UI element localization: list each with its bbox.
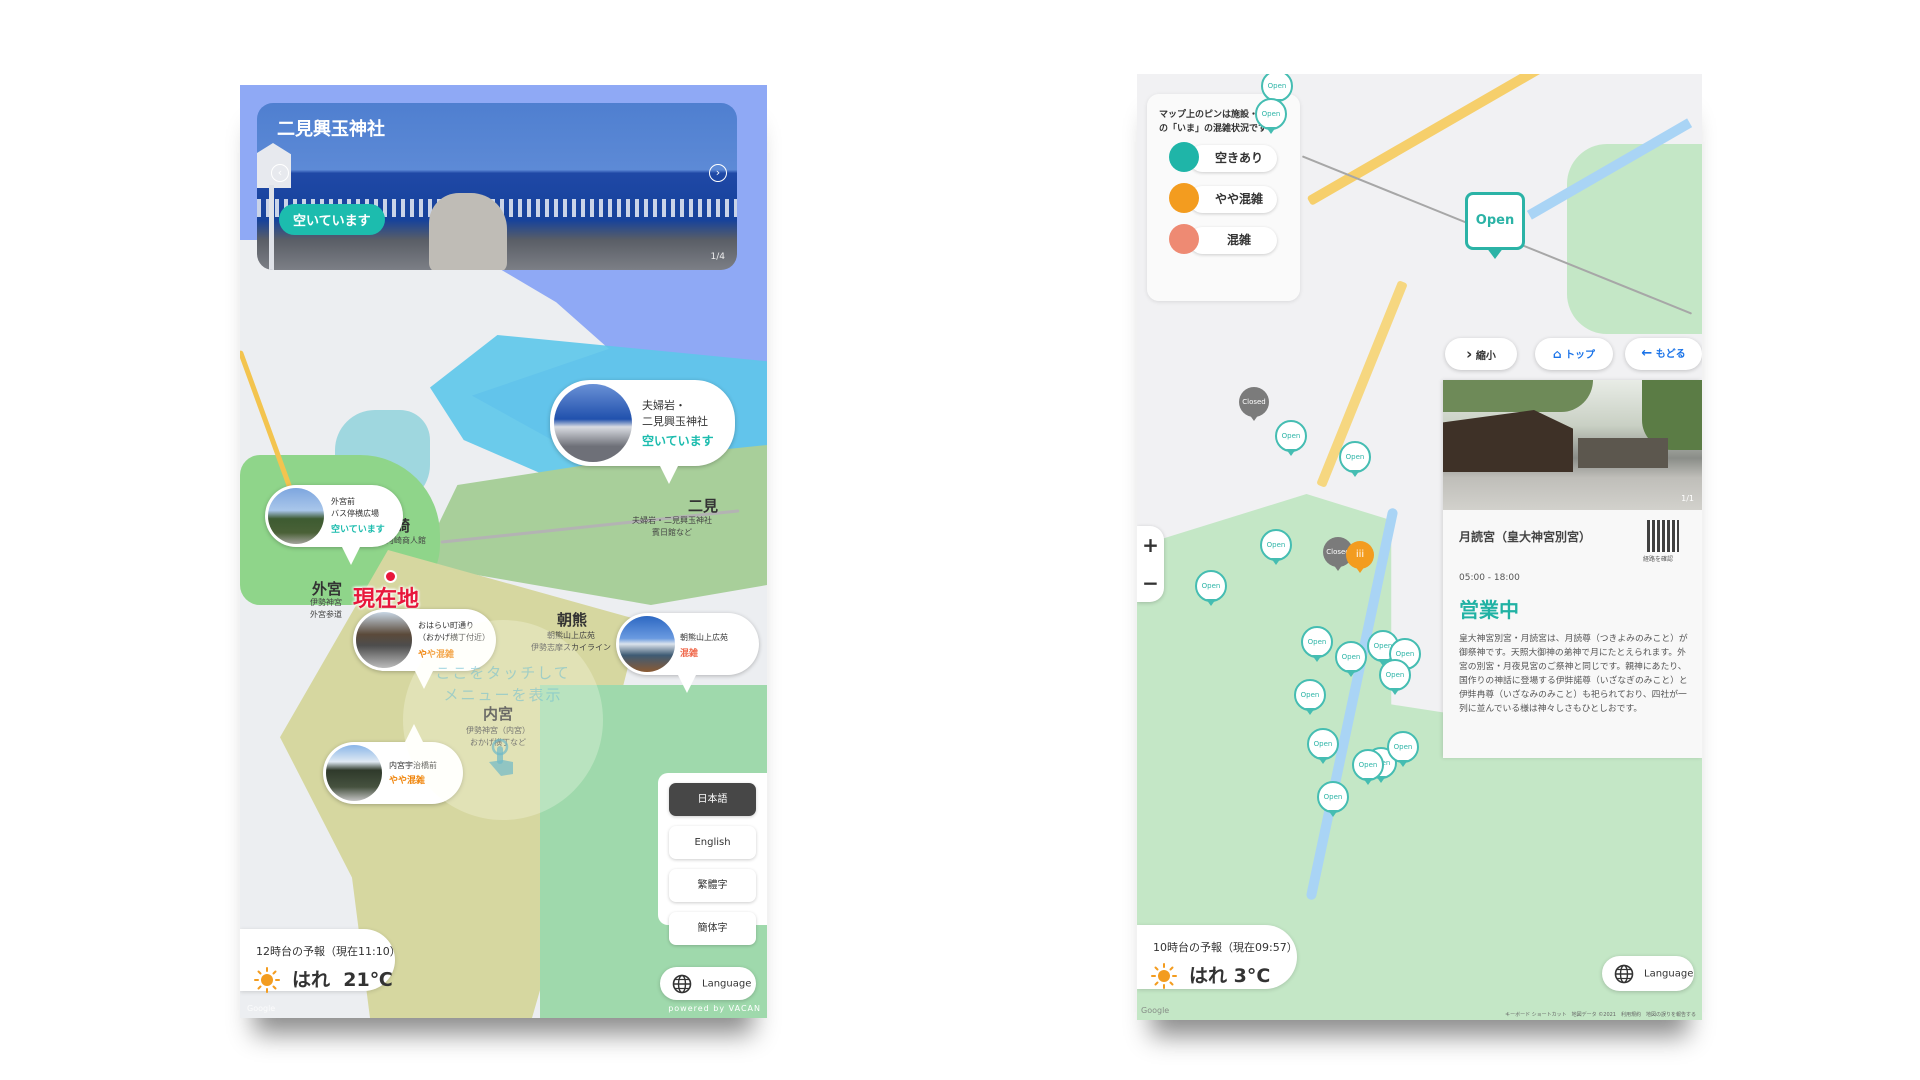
sun-icon: [254, 967, 280, 993]
legend-item-crowded: 混雑: [1169, 224, 1279, 256]
globe-icon: [672, 974, 692, 993]
arrow-left-icon: ←: [1641, 346, 1653, 361]
spot-name: 朝熊山上広苑: [680, 633, 728, 642]
map-pin-open[interactable]: Open: [1301, 626, 1333, 662]
map-pin-closed[interactable]: Closed: [1239, 387, 1269, 421]
qr-code: [1647, 520, 1679, 552]
qr-label: 経路を確認: [1643, 556, 1674, 563]
spot-name: 外宮前 バス停横広場: [331, 497, 379, 518]
map-pin-open[interactable]: Open: [1195, 570, 1227, 606]
spot-detail-card: 1/1 月読宮（皇大神宮別宮） 経路を確認 05:00 - 18:00 営業中 …: [1443, 380, 1702, 758]
spot-photo: [268, 488, 324, 544]
touch-prompt-text: ここをタッチして メニューを表示: [435, 664, 571, 704]
spot-photo: [326, 745, 382, 801]
area-title-geku: 外宮: [312, 580, 343, 598]
language-button[interactable]: Language: [660, 967, 756, 1000]
google-logo: Google: [1141, 1006, 1170, 1015]
weather-temperature: 21℃: [343, 969, 393, 991]
spot-bubble-asamayama[interactable]: 朝熊山上広苑 混雑: [616, 613, 759, 693]
legend-item-moderate: やや混雑: [1169, 183, 1279, 215]
spot-status: 混雑: [680, 649, 699, 659]
weather-condition: はれ 3°C: [1189, 965, 1271, 987]
selected-map-pin[interactable]: Open: [1465, 192, 1525, 259]
photo-post: [269, 185, 274, 270]
map-pin-open[interactable]: Open: [1307, 728, 1339, 764]
spot-title: 月読宮（皇大神宮別宮）: [1459, 530, 1592, 544]
language-option-english[interactable]: English: [669, 826, 756, 859]
spot-photo: [554, 384, 632, 462]
right-kiosk-screen: マップ上のピンは施設・お店 の「いま」の混雑状況です 空きあり やや混雑 混雑 O…: [1137, 74, 1702, 1020]
map-attribution[interactable]: キーボード ショートカット 地図データ ©2021 利用規約 地図の誤りを報告す…: [1505, 1011, 1696, 1018]
hero-photo-card[interactable]: 二見興玉神社 ‹ › 空いています 1/4: [257, 103, 737, 270]
language-button[interactable]: Language: [1602, 956, 1694, 991]
spot-detail-photo[interactable]: 1/1: [1443, 380, 1702, 510]
spot-bubble-geku-mae[interactable]: 外宮前 バス停横広場 空いています: [265, 485, 403, 565]
back-button[interactable]: ← もどる: [1625, 338, 1702, 370]
shrink-button[interactable]: › 縮小: [1445, 338, 1517, 370]
area-title-asama: 朝熊: [557, 611, 588, 629]
zoom-in-button[interactable]: +: [1137, 526, 1164, 564]
photo-rock: [429, 193, 507, 270]
area-sub-geku: 伊勢神宮 外宮参道: [310, 598, 342, 619]
spot-name: 夫婦岩・ 二見興玉神社: [642, 399, 708, 428]
spot-bubble-meoto-iwa[interactable]: 夫婦岩・ 二見興玉神社 空いています: [550, 380, 735, 484]
language-selector-panel: 日本語 English 繁體字 簡体字: [658, 773, 767, 945]
weather-forecast-card: 10時台の予報（現在09:57） はれ 3°C: [1137, 925, 1298, 989]
map-pin-open[interactable]: Open: [1255, 98, 1287, 134]
photo-count: 1/1: [1681, 494, 1694, 503]
map-pin-open[interactable]: Open: [1317, 781, 1349, 817]
spot-status: 空いています: [642, 434, 714, 448]
language-option-japanese[interactable]: 日本語: [669, 783, 756, 816]
top-button[interactable]: ⌂ トップ: [1535, 338, 1613, 370]
language-option-simplified-chinese[interactable]: 簡体字: [669, 912, 756, 945]
status-badge: 空いています: [279, 204, 385, 235]
left-kiosk-screen: 二見興玉神社 ‹ › 空いています 1/4 二見 夫婦岩・二見興玉神社 賓日館など…: [240, 85, 767, 1018]
map-pin-moderate[interactable]: iii: [1346, 541, 1374, 573]
map-pin-open[interactable]: Open: [1275, 420, 1307, 456]
map-forest-east: [1567, 144, 1702, 334]
map-pin-open[interactable]: Open: [1379, 659, 1411, 695]
crowd-pin-moderate-icon: [1169, 183, 1199, 213]
chevron-right-icon: ›: [1466, 345, 1473, 363]
sun-icon: [1151, 963, 1177, 989]
forecast-label: 12時台の予報（現在11:10）: [256, 945, 401, 958]
map-pin-open[interactable]: Open: [1352, 749, 1384, 785]
spot-photo: [619, 616, 675, 672]
hero-title: 二見興玉神社: [277, 119, 385, 140]
spot-status: 空いています: [331, 525, 385, 535]
spot-photo: [356, 612, 412, 668]
touch-menu-area[interactable]: [403, 620, 603, 820]
map-pin-open[interactable]: Open: [1339, 441, 1371, 477]
chevron-right-icon[interactable]: ›: [709, 164, 727, 182]
globe-icon: [1614, 964, 1634, 983]
chevron-left-icon[interactable]: ‹: [271, 164, 289, 182]
language-button-label: Language: [1644, 968, 1694, 979]
zoom-out-button[interactable]: −: [1137, 564, 1164, 602]
legend-item-available: 空きあり: [1169, 142, 1279, 174]
weather-condition: はれ 21℃: [292, 969, 393, 991]
map-pin-open[interactable]: Open: [1294, 679, 1326, 715]
forecast-label: 10時台の予報（現在09:57）: [1153, 941, 1298, 954]
language-button-label: Language: [702, 978, 752, 989]
area-title-futami: 二見: [688, 497, 719, 515]
map-pin-open[interactable]: Open: [1335, 641, 1367, 677]
tap-finger-icon: [489, 738, 513, 776]
zoom-control: + −: [1137, 526, 1164, 602]
crowd-pin-crowded-icon: [1169, 224, 1199, 254]
vacan-logo: powered by VACAN: [668, 1004, 761, 1013]
language-option-traditional-chinese[interactable]: 繁體字: [669, 869, 756, 902]
page-indicator: 1/4: [710, 252, 725, 262]
open-status: 営業中: [1459, 598, 1519, 622]
google-logo: Google: [247, 1004, 276, 1013]
crowd-pin-available-icon: [1169, 142, 1199, 172]
home-icon: ⌂: [1552, 347, 1562, 361]
map-pin-open[interactable]: Open: [1260, 529, 1292, 565]
area-sub-futami: 夫婦岩・二見興玉神社 賓日館など: [632, 516, 712, 537]
weather-forecast-card: 12時台の予報（現在11:10） はれ 21℃: [240, 929, 401, 993]
map-highway: [1306, 74, 1598, 206]
map-pin-open[interactable]: Open: [1387, 731, 1419, 767]
opening-hours: 05:00 - 18:00: [1459, 573, 1520, 583]
weather-temperature: 3°C: [1233, 965, 1271, 987]
spot-description: 皇大神宮別宮・月読宮は、月読尊（つきよみのみこと）が御祭神です。天照大御神の弟神…: [1459, 634, 1688, 714]
